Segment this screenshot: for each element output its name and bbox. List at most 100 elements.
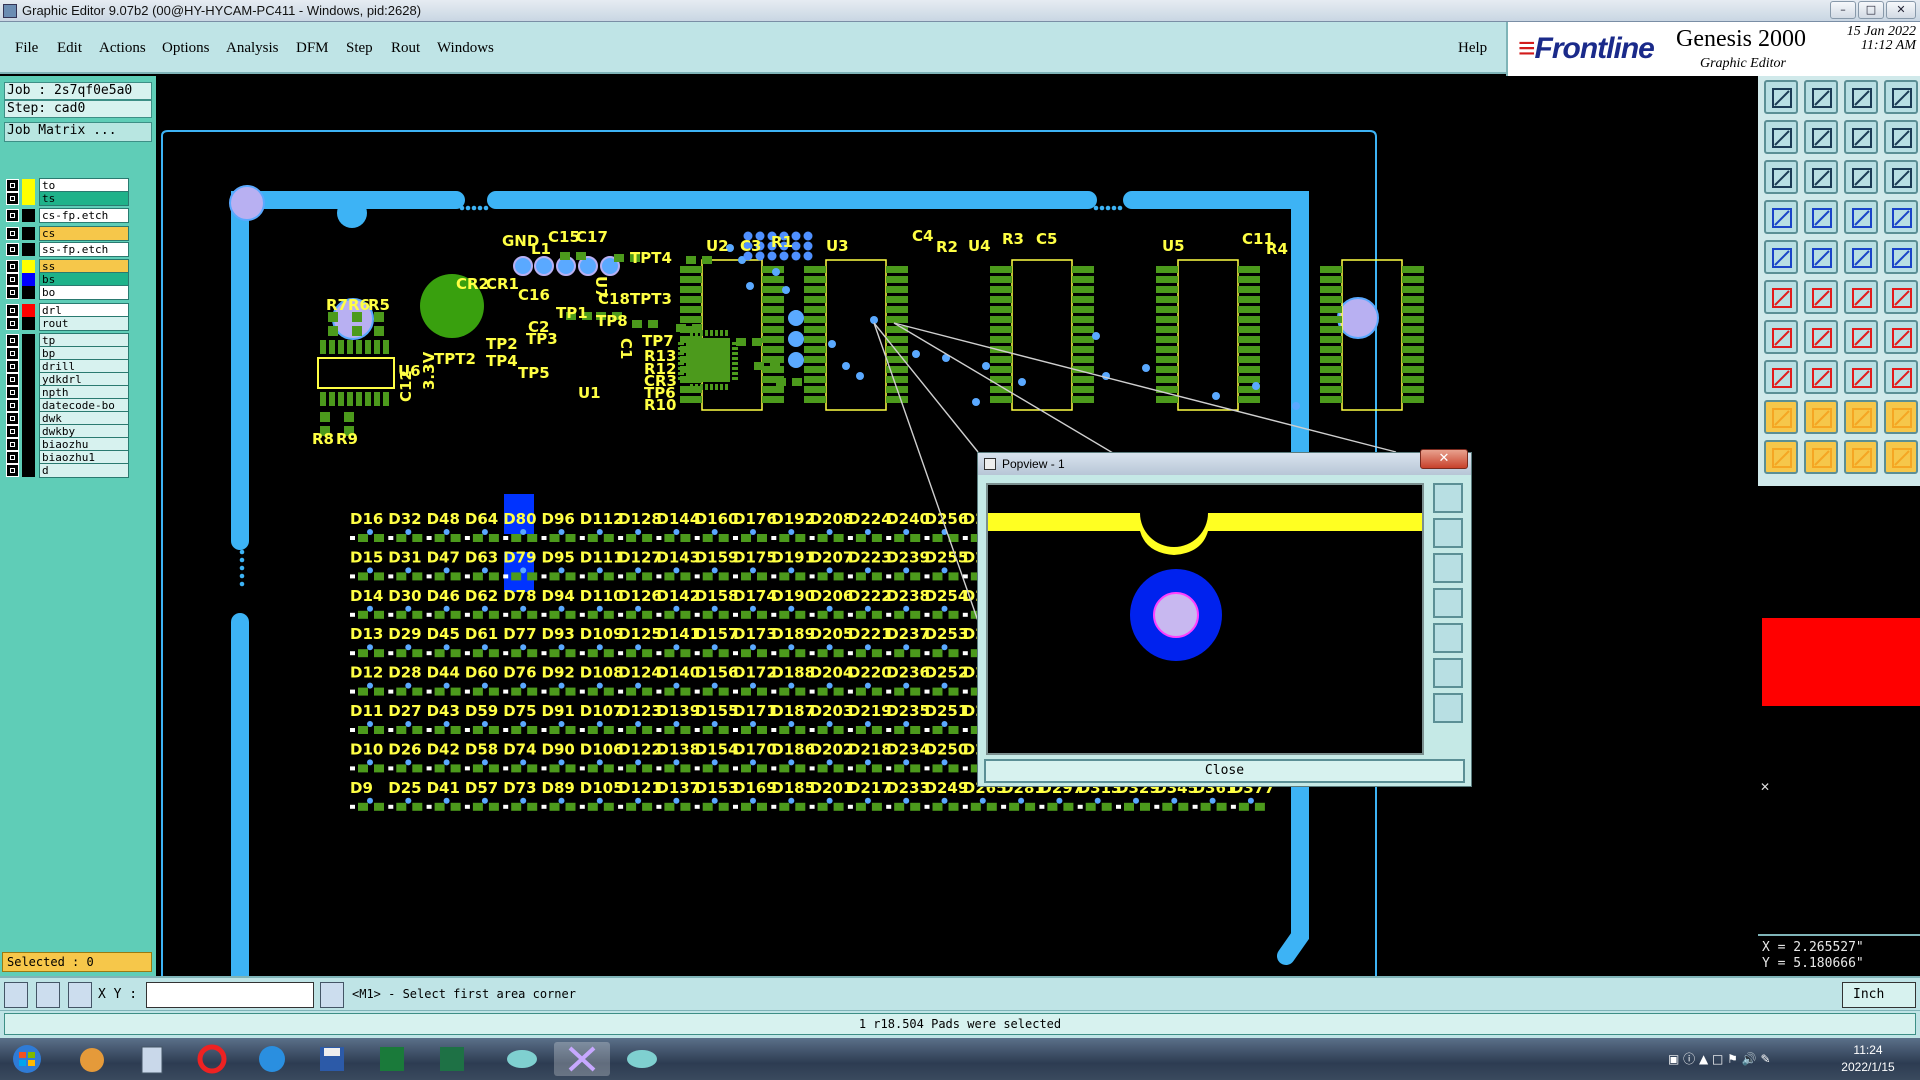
popview-tool-button[interactable] <box>1433 483 1463 513</box>
polygon2-icon[interactable] <box>1884 400 1918 434</box>
layer-checkbox[interactable] <box>6 243 19 256</box>
cross-icon[interactable] <box>1804 280 1838 314</box>
layer-checkbox[interactable] <box>6 286 19 299</box>
surface-icon[interactable] <box>1804 400 1838 434</box>
layer-name[interactable]: cs-fp.etch <box>39 208 129 223</box>
undo-icon[interactable] <box>1764 120 1798 154</box>
layer-row-rout[interactable]: rout <box>6 316 129 331</box>
popview-tool-button[interactable] <box>1433 658 1463 688</box>
polygon-icon[interactable] <box>1844 400 1878 434</box>
layer-name[interactable]: ss-fp.etch <box>39 242 129 257</box>
popview-canvas[interactable] <box>986 483 1424 755</box>
snap-grid-icon[interactable] <box>1884 200 1918 234</box>
units-selector[interactable]: Inch <box>1842 982 1916 1008</box>
popview-tool-button[interactable] <box>1433 623 1463 653</box>
dot-icon[interactable] <box>1884 240 1918 274</box>
layer-row-cs-fp.etch[interactable]: cs-fp.etch <box>6 208 129 223</box>
taskbar-app-excel-icon[interactable] <box>424 1042 480 1076</box>
split-icon[interactable] <box>1844 360 1878 394</box>
grid-icon[interactable] <box>1804 200 1838 234</box>
menu-rout[interactable]: Rout <box>391 40 420 57</box>
taskbar-app-red-icon[interactable] <box>184 1042 240 1076</box>
layer-checkbox[interactable] <box>6 209 19 222</box>
window-icon[interactable] <box>1884 80 1918 114</box>
select-arrow-icon[interactable] <box>1764 440 1798 474</box>
route-icon[interactable] <box>1844 280 1878 314</box>
layer-name[interactable]: ts <box>39 191 129 206</box>
scale-icon[interactable] <box>1844 160 1878 194</box>
layer-checkbox[interactable] <box>6 227 19 240</box>
measure-icon[interactable] <box>1764 200 1798 234</box>
popview-tool-button[interactable] <box>1433 553 1463 583</box>
graphic-canvas[interactable]: GND L1 C15 C17 CR2 CR1 C16 C18 TPT4 TPT3 TP1 TP8 C2 T… <box>156 76 1758 976</box>
taskbar-app-notepad-icon[interactable] <box>124 1042 180 1076</box>
layer-row-d[interactable]: d <box>6 463 129 478</box>
menu-step[interactable]: Step <box>346 40 373 57</box>
color-icon[interactable] <box>1804 240 1838 274</box>
layer-row-ts[interactable]: ts <box>6 191 129 206</box>
taskbar-app-p-icon[interactable] <box>364 1042 420 1076</box>
fit-icon[interactable] <box>1764 160 1798 194</box>
minimize-button[interactable]: – <box>1830 1 1856 19</box>
delete-icon[interactable] <box>1804 360 1838 394</box>
close-window-button[interactable]: ✕ <box>1886 1 1916 19</box>
job-matrix-button[interactable]: Job Matrix ... <box>4 122 152 142</box>
layer-row-bo[interactable]: bo <box>6 285 129 300</box>
taskbar-app-genesis-icon[interactable] <box>554 1042 610 1076</box>
select-pt-icon[interactable] <box>1844 440 1878 474</box>
layer-checkbox[interactable] <box>6 317 19 330</box>
mirror-icon[interactable] <box>1884 320 1918 354</box>
redo-icon[interactable] <box>1804 120 1838 154</box>
net-icon[interactable] <box>1764 280 1798 314</box>
layer-row-cs[interactable]: cs <box>6 226 129 241</box>
taskbar-app-eye-icon[interactable] <box>494 1042 550 1076</box>
feature-select-icon[interactable] <box>1764 240 1798 274</box>
select-net-icon[interactable] <box>1884 440 1918 474</box>
rotate-icon[interactable] <box>1844 320 1878 354</box>
taskbar-app-save-icon[interactable] <box>304 1042 360 1076</box>
select-area-icon[interactable] <box>1804 440 1838 474</box>
menu-actions[interactable]: Actions <box>99 40 146 57</box>
snap-mode-icon[interactable] <box>36 982 60 1008</box>
popview-close-button[interactable]: Close <box>984 759 1465 783</box>
maximize-button[interactable]: □ <box>1858 1 1884 19</box>
layer-row-ss-fp.etch[interactable]: ss-fp.etch <box>6 242 129 257</box>
menu-help[interactable]: Help <box>1458 40 1487 57</box>
menu-windows[interactable]: Windows <box>437 40 494 57</box>
menu-file[interactable]: File <box>15 40 38 57</box>
popview-tool-button[interactable] <box>1433 588 1463 618</box>
popview-tool-button[interactable] <box>1433 693 1463 723</box>
menu-analysis[interactable]: Analysis <box>226 40 279 57</box>
xy-input[interactable] <box>146 982 314 1008</box>
add-arc-icon[interactable] <box>1804 320 1838 354</box>
menu-dfm[interactable]: DFM <box>296 40 329 57</box>
layer-icon[interactable] <box>1884 120 1918 154</box>
layer-name[interactable]: bo <box>39 285 129 300</box>
snap-icon[interactable] <box>1844 200 1878 234</box>
taskbar-clock[interactable]: 11:24 2022/1/15 <box>1826 1042 1910 1076</box>
line-pattern-icon[interactable] <box>1844 240 1878 274</box>
add-line-icon[interactable] <box>1764 320 1798 354</box>
taskbar-app-shell-icon[interactable] <box>64 1042 120 1076</box>
flip-icon[interactable] <box>1844 120 1878 154</box>
close-small-icon[interactable]: ✕ <box>1760 780 1770 794</box>
pad-icon[interactable] <box>1764 360 1798 394</box>
cursor-mode-icon[interactable] <box>320 982 344 1008</box>
pcb-view[interactable]: GNDL1C15C17CR2CR1C16 C18TPT4TPT3TP1 TP8C2T… <box>156 76 1758 976</box>
move-icon[interactable] <box>1884 280 1918 314</box>
snap-icon[interactable] <box>4 982 28 1008</box>
copy-icon[interactable] <box>1884 360 1918 394</box>
taskbar-app-eye2-icon[interactable] <box>614 1042 670 1076</box>
text-icon[interactable] <box>1764 400 1798 434</box>
open-job-icon[interactable] <box>1764 80 1798 114</box>
help-icon[interactable] <box>1884 160 1918 194</box>
taskbar-app-feather-icon[interactable] <box>244 1042 300 1076</box>
popview-close-x-button[interactable]: ✕ <box>1420 449 1468 469</box>
grid-icon[interactable] <box>68 982 92 1008</box>
menu-edit[interactable]: Edit <box>57 40 82 57</box>
home-icon[interactable] <box>1844 80 1878 114</box>
menu-options[interactable]: Options <box>162 40 210 57</box>
layer-name[interactable]: cs <box>39 226 129 241</box>
layer-checkbox[interactable] <box>6 192 19 205</box>
center-icon[interactable] <box>1804 160 1838 194</box>
